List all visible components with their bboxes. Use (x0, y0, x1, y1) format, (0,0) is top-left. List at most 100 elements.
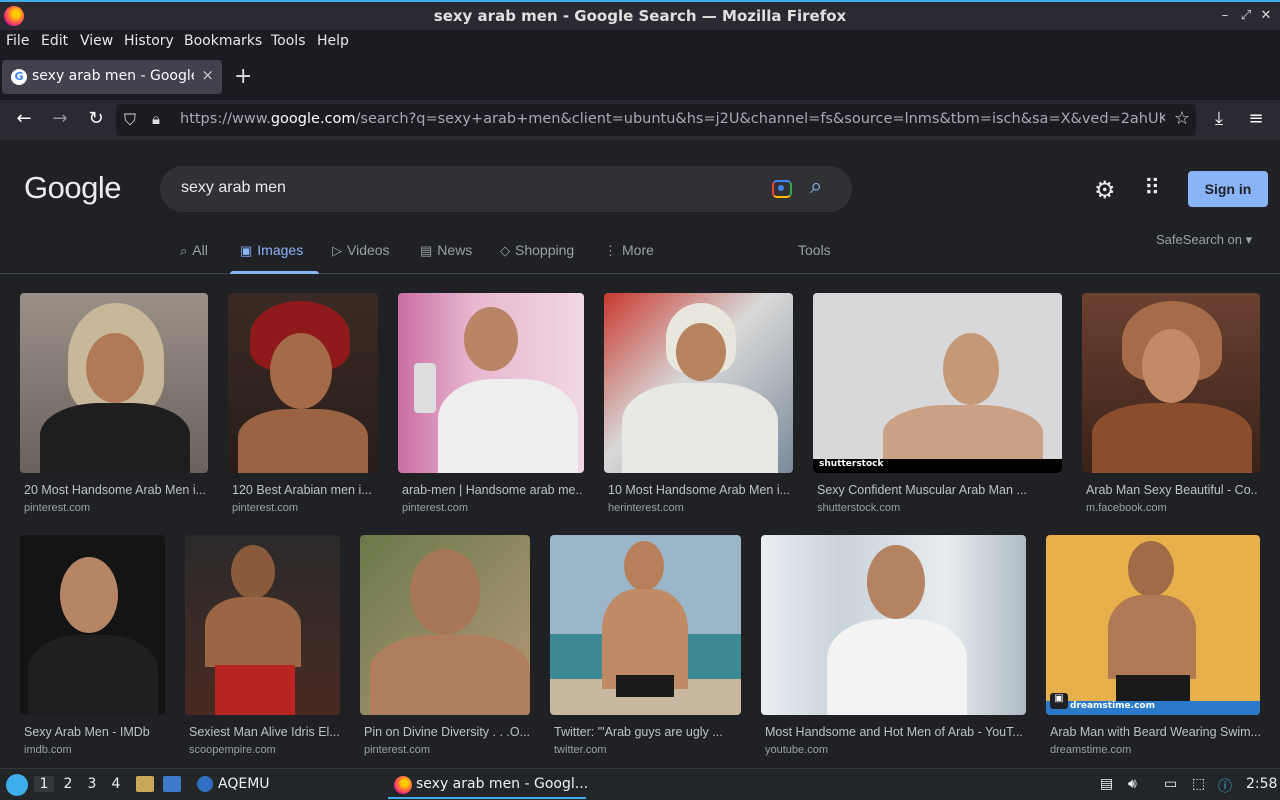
result-image[interactable] (550, 535, 741, 715)
volume-icon[interactable]: 🔊︎ (1128, 776, 1137, 792)
shield-icon[interactable]: ⛉ (124, 110, 136, 130)
result-image[interactable] (20, 535, 165, 715)
file-manager-icon[interactable] (136, 776, 154, 792)
tab-all[interactable]: ⌕ All (180, 242, 208, 259)
result-source[interactable]: scoopempire.com (189, 744, 276, 756)
files-icon[interactable]: ▭ (1164, 776, 1177, 792)
result-card[interactable]: 20 Most Handsome Arab Men i... pinterest… (20, 293, 208, 514)
result-card[interactable]: dreamstime.com ▣ Arab Man with Beard Wea… (1046, 535, 1260, 757)
result-image[interactable] (360, 535, 530, 715)
result-source[interactable]: imdb.com (24, 744, 72, 756)
network-icon[interactable]: ⬚ (1192, 776, 1205, 792)
result-card[interactable]: Twitter: "'Arab guys are ugly ... twitte… (550, 535, 741, 757)
firefox-task-button[interactable]: sexy arab men - Googl... (388, 771, 588, 799)
result-caption[interactable]: Arab Man Sexy Beautiful - Co... (1086, 483, 1258, 497)
maximize-icon[interactable]: ⤢ (1238, 8, 1254, 23)
workspace-4[interactable]: 4 (106, 776, 126, 792)
workspace-3[interactable]: 3 (82, 776, 102, 792)
result-image[interactable] (1082, 293, 1260, 473)
result-card[interactable]: 10 Most Handsome Arab Men i... herintere… (604, 293, 793, 514)
result-caption[interactable]: 120 Best Arabian men i... (232, 483, 378, 497)
result-image[interactable]: dreamstime.com ▣ (1046, 535, 1260, 715)
url-text[interactable]: https://www.google.com/search?q=sexy+ara… (180, 111, 1165, 127)
downloads-icon[interactable]: ⤓ (1207, 108, 1231, 129)
apps-grid-icon[interactable]: ⠿ (1144, 176, 1160, 201)
desktop-icon[interactable] (163, 776, 181, 792)
workspace-1[interactable]: 1 (34, 776, 54, 792)
result-card[interactable]: Pin on Divine Diversity . . .O... pinter… (360, 535, 530, 757)
result-image[interactable] (604, 293, 793, 473)
result-caption[interactable]: 10 Most Handsome Arab Men i... (608, 483, 791, 497)
clock[interactable]: 2:58 (1246, 776, 1277, 792)
browser-tab[interactable]: G sexy arab men - Google Search × (2, 60, 222, 94)
menu-help[interactable]: Help (317, 33, 349, 49)
result-image[interactable] (761, 535, 1026, 715)
workspace-2[interactable]: 2 (58, 776, 78, 792)
tab-images[interactable]: ▣ Images (240, 242, 303, 259)
aqemu-icon[interactable] (197, 776, 213, 792)
safesearch-toggle[interactable]: SafeSearch on ▾ (1156, 232, 1252, 248)
search-query[interactable]: sexy arab men (181, 179, 286, 197)
result-image[interactable] (20, 293, 208, 473)
result-source[interactable]: youtube.com (765, 744, 828, 756)
tab-close-icon[interactable]: × (201, 66, 214, 84)
menu-tools[interactable]: Tools (271, 33, 306, 49)
result-image[interactable] (228, 293, 378, 473)
bookmark-star-icon[interactable]: ☆ (1174, 108, 1190, 129)
result-caption[interactable]: 20 Most Handsome Arab Men i... (24, 483, 206, 497)
reload-icon[interactable]: ↻ (84, 108, 108, 129)
lens-camera-icon[interactable] (772, 180, 792, 198)
result-source[interactable]: herinterest.com (608, 502, 684, 514)
result-source[interactable]: pinterest.com (232, 502, 298, 514)
result-caption[interactable]: Sexy Arab Men - IMDb (24, 725, 165, 739)
menu-bookmarks[interactable]: Bookmarks (184, 33, 262, 49)
result-caption[interactable]: Most Handsome and Hot Men of Arab - YouT… (765, 725, 1026, 739)
result-caption[interactable]: Sexy Confident Muscular Arab Man ... (817, 483, 1060, 497)
result-card[interactable]: arab-men | Handsome arab me... pinterest… (398, 293, 584, 514)
result-card[interactable]: Sexy Arab Men - IMDb imdb.com (20, 535, 165, 757)
clipboard-icon[interactable]: ▤ (1100, 776, 1113, 792)
tab-videos[interactable]: ▷ Videos (332, 242, 390, 259)
aqemu-launcher[interactable]: AQEMU (218, 776, 270, 792)
result-card[interactable]: 120 Best Arabian men i... pinterest.com (228, 293, 378, 514)
result-card[interactable]: Sexiest Man Alive Idris El... scoopempir… (185, 535, 340, 757)
close-icon[interactable]: ✕ (1258, 8, 1274, 23)
hamburger-menu-icon[interactable]: ≡ (1244, 108, 1268, 129)
lock-icon[interactable]: 🔒︎ (152, 110, 160, 128)
result-image[interactable]: shutterstock (813, 293, 1062, 473)
result-image[interactable] (398, 293, 584, 473)
result-card[interactable]: shutterstock Sexy Confident Muscular Ara… (813, 293, 1062, 514)
result-caption[interactable]: arab-men | Handsome arab me... (402, 483, 582, 497)
result-source[interactable]: pinterest.com (24, 502, 90, 514)
tools-button[interactable]: Tools (798, 242, 831, 258)
search-icon[interactable]: ⌕ (810, 174, 822, 199)
new-tab-icon[interactable]: + (234, 64, 252, 89)
result-image[interactable] (185, 535, 340, 715)
url-bar[interactable]: ⛉ 🔒︎ https://www.google.com/search?q=sex… (116, 104, 1196, 136)
result-source[interactable]: shutterstock.com (817, 502, 900, 514)
sign-in-button[interactable]: Sign in (1188, 171, 1268, 207)
app-launcher-icon[interactable] (6, 774, 28, 796)
menu-history[interactable]: History (124, 33, 174, 49)
updates-icon[interactable]: ⓘ (1218, 776, 1232, 796)
result-card[interactable]: Arab Man Sexy Beautiful - Co... m.facebo… (1082, 293, 1260, 514)
result-source[interactable]: pinterest.com (402, 502, 468, 514)
menu-edit[interactable]: Edit (41, 33, 68, 49)
result-card[interactable]: Most Handsome and Hot Men of Arab - YouT… (761, 535, 1026, 757)
result-source[interactable]: pinterest.com (364, 744, 430, 756)
result-source[interactable]: twitter.com (554, 744, 607, 756)
forward-icon[interactable]: → (48, 108, 72, 129)
minimize-icon[interactable]: – (1217, 8, 1233, 23)
result-source[interactable]: dreamstime.com (1050, 744, 1131, 756)
result-caption[interactable]: Twitter: "'Arab guys are ugly ... (554, 725, 739, 739)
search-input[interactable]: sexy arab men ⌕ (160, 166, 852, 212)
result-caption[interactable]: Pin on Divine Diversity . . .O... (364, 725, 530, 739)
menu-view[interactable]: View (80, 33, 113, 49)
result-source[interactable]: m.facebook.com (1086, 502, 1167, 514)
result-caption[interactable]: Sexiest Man Alive Idris El... (189, 725, 340, 739)
menu-file[interactable]: File (6, 33, 29, 49)
tab-shopping[interactable]: ◇ Shopping (500, 242, 574, 259)
tab-more[interactable]: ⋮ More (604, 242, 654, 259)
google-logo[interactable]: Google (24, 170, 121, 206)
back-icon[interactable]: ← (12, 108, 36, 129)
